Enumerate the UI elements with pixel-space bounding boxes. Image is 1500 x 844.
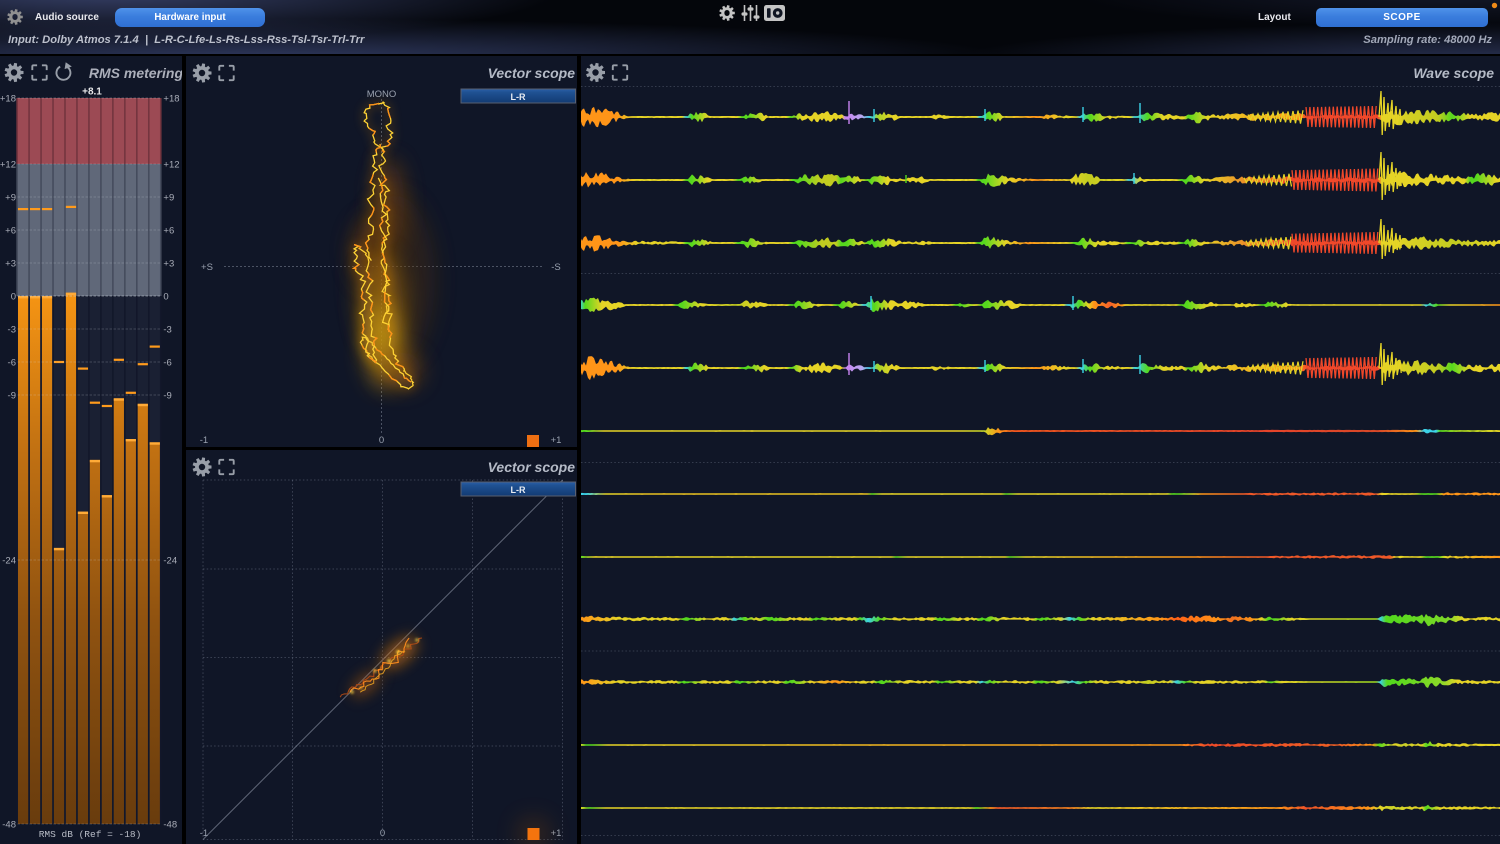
svg-text:-24: -24 [163, 556, 177, 567]
svg-text:+9: +9 [163, 193, 174, 204]
svg-text:+12: +12 [0, 160, 16, 171]
svg-text:Wave scope: Wave scope [1413, 65, 1494, 81]
svg-text:+12: +12 [163, 160, 179, 171]
svg-text:-3: -3 [163, 325, 171, 336]
svg-text:-9: -9 [8, 391, 16, 402]
svg-text:+9: +9 [5, 193, 16, 204]
svg-text:-24: -24 [2, 556, 16, 567]
svg-text:L-R: L-R [511, 485, 526, 495]
svg-text:0: 0 [163, 292, 168, 303]
svg-text:-1: -1 [200, 828, 208, 839]
svg-text:+1: +1 [551, 828, 562, 839]
svg-text:Vector scope: Vector scope [488, 459, 576, 475]
svg-text:-9: -9 [163, 391, 171, 402]
svg-text:-6: -6 [163, 358, 171, 369]
svg-text:+8.1: +8.1 [82, 87, 102, 98]
svg-text:Vector scope: Vector scope [488, 65, 576, 81]
svg-text:0: 0 [11, 292, 16, 303]
svg-text:RMS metering: RMS metering [89, 65, 182, 81]
svg-text:+3: +3 [163, 259, 174, 270]
svg-text:+6: +6 [163, 226, 174, 237]
svg-text:L-R: L-R [511, 92, 526, 102]
svg-text:-3: -3 [8, 325, 16, 336]
svg-text:+18: +18 [0, 94, 16, 105]
svg-text:-S: -S [551, 262, 561, 273]
svg-text:0: 0 [380, 828, 385, 839]
svg-text:+S: +S [201, 262, 213, 273]
svg-text:-6: -6 [8, 358, 16, 369]
svg-text:-1: -1 [200, 435, 208, 446]
svg-text:0: 0 [379, 435, 384, 446]
svg-text:+18: +18 [163, 94, 179, 105]
svg-text:-48: -48 [2, 820, 16, 831]
svg-text:RMS dB (Ref = -18): RMS dB (Ref = -18) [39, 829, 142, 840]
svg-text:MONO: MONO [367, 89, 397, 100]
svg-text:-48: -48 [163, 820, 177, 831]
svg-text:+1: +1 [551, 435, 562, 446]
svg-text:+3: +3 [5, 259, 16, 270]
svg-text:+6: +6 [5, 226, 16, 237]
